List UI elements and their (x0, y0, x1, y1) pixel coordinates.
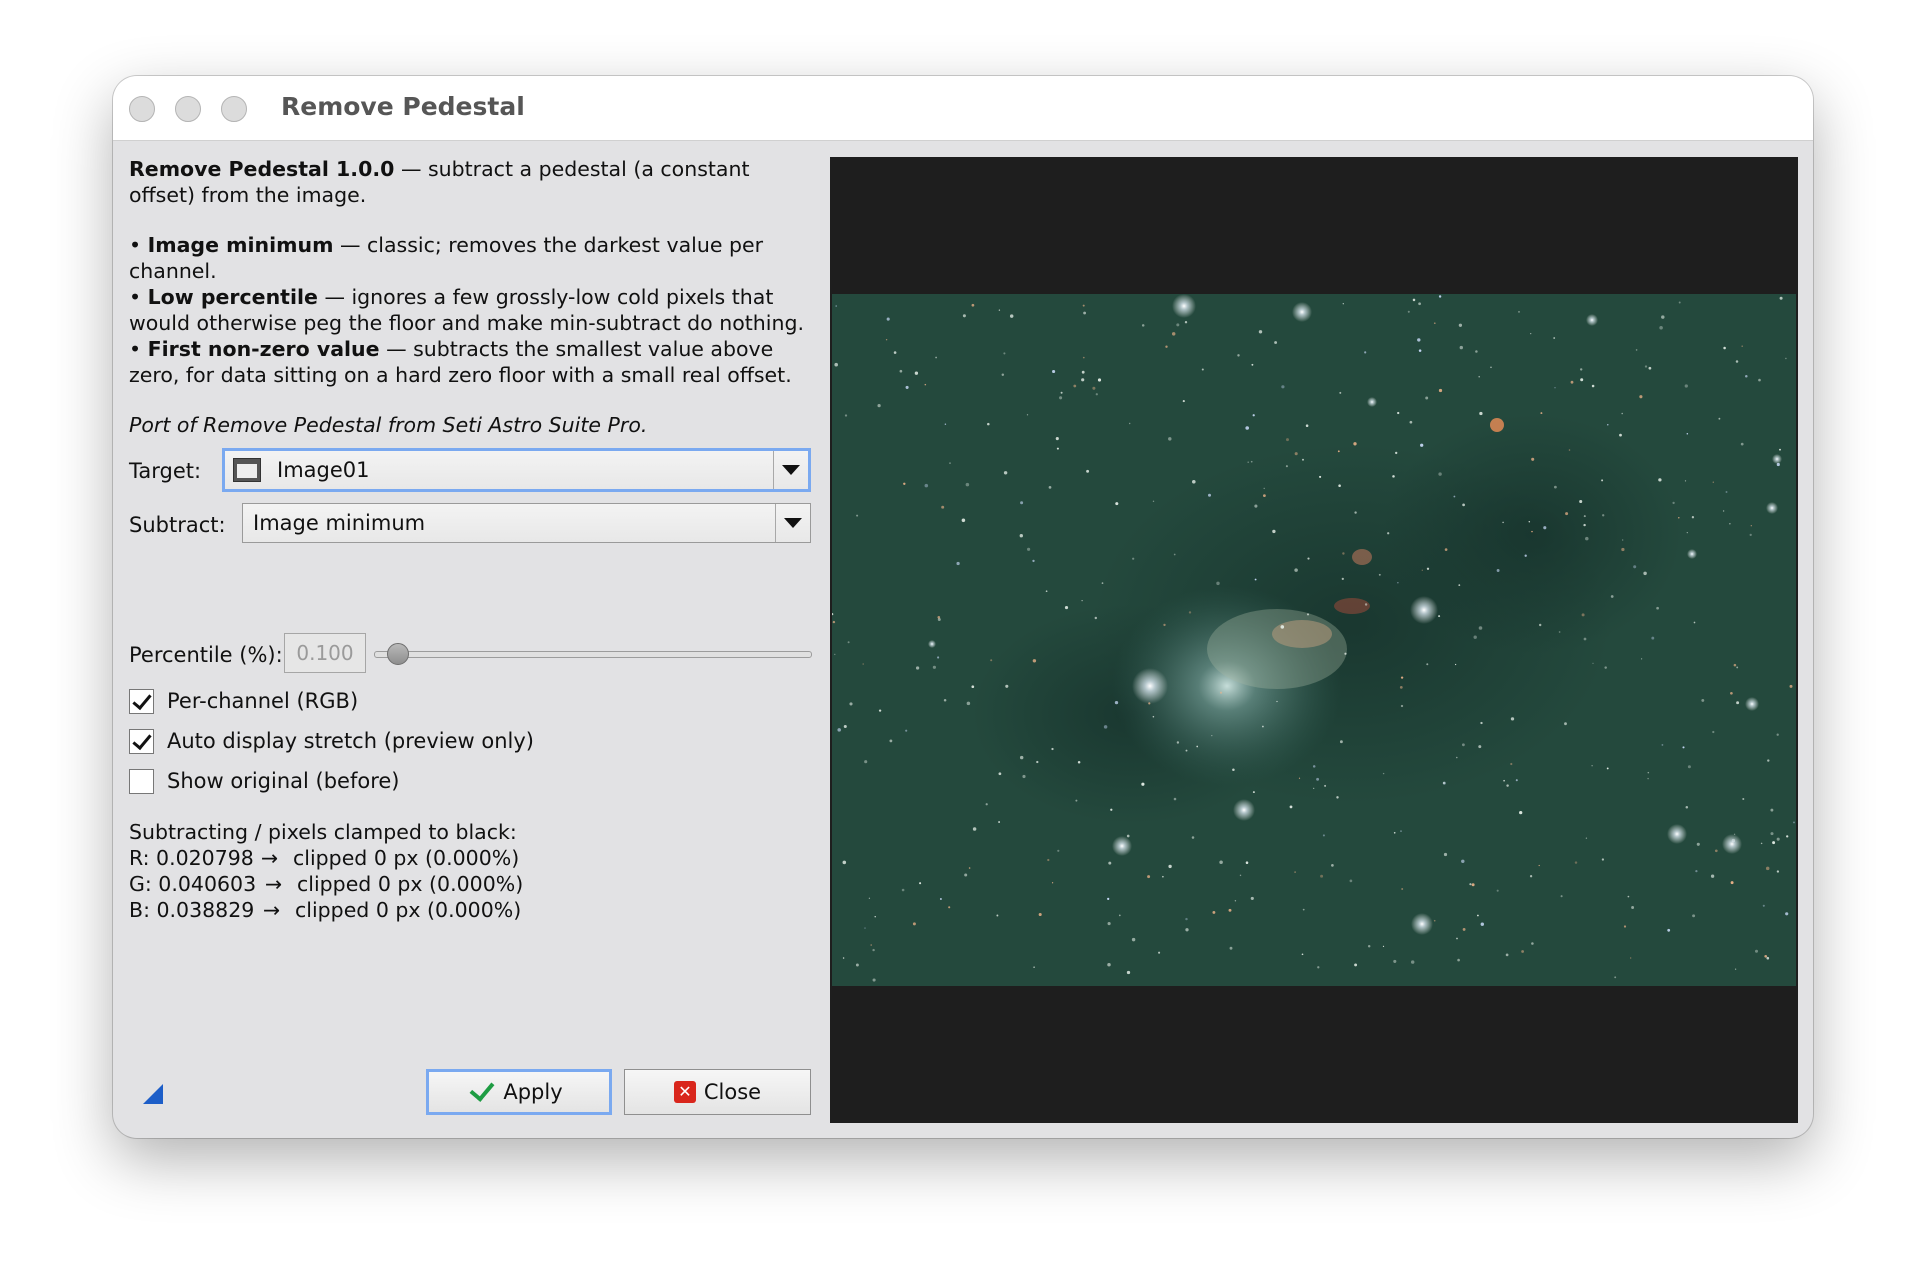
percentile-slider-handle[interactable] (387, 643, 410, 665)
checkmark-icon (469, 1076, 495, 1102)
show-original-label: Show original (before) (167, 769, 400, 793)
auto-stretch-label: Auto display stretch (preview only) (167, 729, 534, 753)
close-icon: ✕ (673, 1081, 696, 1103)
percentile-spinbox[interactable]: 0.100 (284, 633, 366, 673)
per-channel-label: Per-channel (RGB) (167, 689, 359, 713)
port-note: Port of Remove Pedestal from Seti Astro … (129, 413, 648, 437)
arrow-right-icon: → (265, 872, 283, 896)
percentile-label: Percentile (%): (129, 643, 283, 667)
image-preview[interactable] (830, 157, 1798, 1123)
stats-row-b: B: 0.038829 → clipped 0 px (0.000%) (129, 898, 522, 922)
remove-pedestal-dialog: Remove Pedestal Remove Pedestal 1.0.0 — … (113, 76, 1813, 1138)
target-combobox[interactable]: Image01 (222, 448, 811, 492)
zoom-window-button[interactable] (221, 96, 247, 122)
bullet-first-nonzero: • First non-zero value — subtracts the s… (129, 337, 792, 387)
show-original-checkbox[interactable] (129, 769, 154, 794)
auto-stretch-checkbox[interactable] (129, 729, 154, 754)
chevron-down-icon[interactable] (775, 504, 810, 542)
apply-button[interactable]: Apply (426, 1069, 612, 1115)
resize-grip-icon[interactable] (143, 1084, 163, 1104)
image-window-icon (233, 458, 261, 482)
chevron-down-icon[interactable] (773, 451, 808, 489)
pedestal-stats: Subtracting / pixels clamped to black: R… (129, 819, 523, 923)
target-value: Image01 (277, 458, 370, 482)
minimize-window-button[interactable] (175, 96, 201, 122)
title-bar: Remove Pedestal (113, 76, 1813, 141)
bullet-low-percentile: • Low percentile — ignores a few grossly… (129, 285, 804, 335)
percentile-slider-track[interactable] (374, 651, 812, 658)
stats-row-g: G: 0.040603 → clipped 0 px (0.000%) (129, 872, 524, 896)
subtract-combobox[interactable]: Image minimum (242, 503, 811, 543)
subtract-value: Image minimum (253, 511, 426, 535)
arrow-right-icon: → (261, 846, 279, 870)
nebula-preview-image (832, 294, 1796, 986)
stats-header: Subtracting / pixels clamped to black: (129, 820, 517, 844)
stats-row-r: R: 0.020798 → clipped 0 px (0.000%) (129, 846, 520, 870)
bullet-image-minimum: • Image minimum — classic; removes the d… (129, 233, 764, 283)
target-label: Target: (129, 459, 202, 483)
close-button[interactable]: ✕ Close (624, 1069, 811, 1115)
subtract-label: Subtract: (129, 513, 226, 537)
description-heading: Remove Pedestal 1.0.0 — subtract a pedes… (129, 157, 750, 207)
close-window-button[interactable] (129, 96, 155, 122)
arrow-right-icon: → (263, 898, 281, 922)
window-title: Remove Pedestal (281, 92, 525, 121)
per-channel-checkbox[interactable] (129, 689, 154, 714)
